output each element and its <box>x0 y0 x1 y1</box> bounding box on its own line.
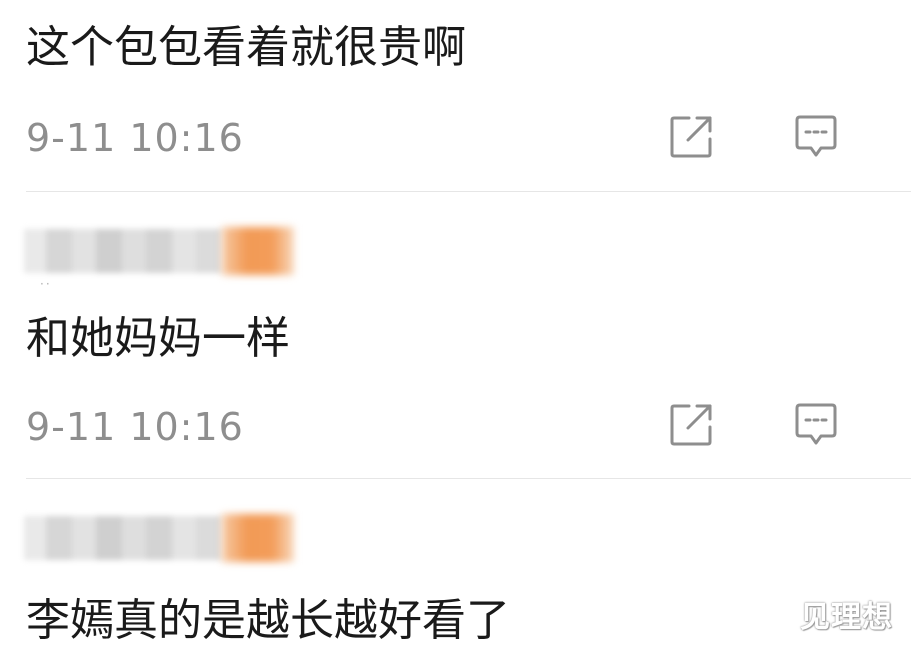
comment-text: 李嫣真的是越长越好看了 <box>26 595 510 646</box>
share-external-icon <box>670 404 712 446</box>
level-badge <box>222 514 294 562</box>
comment-reply-icon <box>795 403 837 445</box>
username-blurred[interactable]: ·· <box>24 219 294 291</box>
share-external-icon <box>670 116 712 158</box>
comment-text: 这个包包看着就很贵啊 <box>26 22 466 73</box>
username-blurred[interactable] <box>24 506 294 572</box>
comment-item: 这个包包看着就很贵啊 9-11 10:16 <box>0 0 911 192</box>
share-button[interactable] <box>666 112 716 162</box>
comment-item: 李嫣真的是越长越好看了 <box>0 479 911 656</box>
share-button[interactable] <box>666 400 716 450</box>
comment-timestamp: 9-11 10:16 <box>26 116 244 160</box>
comment-timestamp: 9-11 10:16 <box>26 405 244 449</box>
level-badge <box>222 227 294 275</box>
comment-reply-icon <box>795 115 837 157</box>
watermark: 见理想 <box>800 600 893 635</box>
reply-button[interactable] <box>791 400 841 450</box>
comment-item: ·· 和她妈妈一样 9-11 10:16 <box>0 193 911 478</box>
comment-text: 和她妈妈一样 <box>26 313 290 364</box>
divider <box>26 191 911 192</box>
username-dots: ·· <box>40 277 52 291</box>
reply-button[interactable] <box>791 112 841 162</box>
